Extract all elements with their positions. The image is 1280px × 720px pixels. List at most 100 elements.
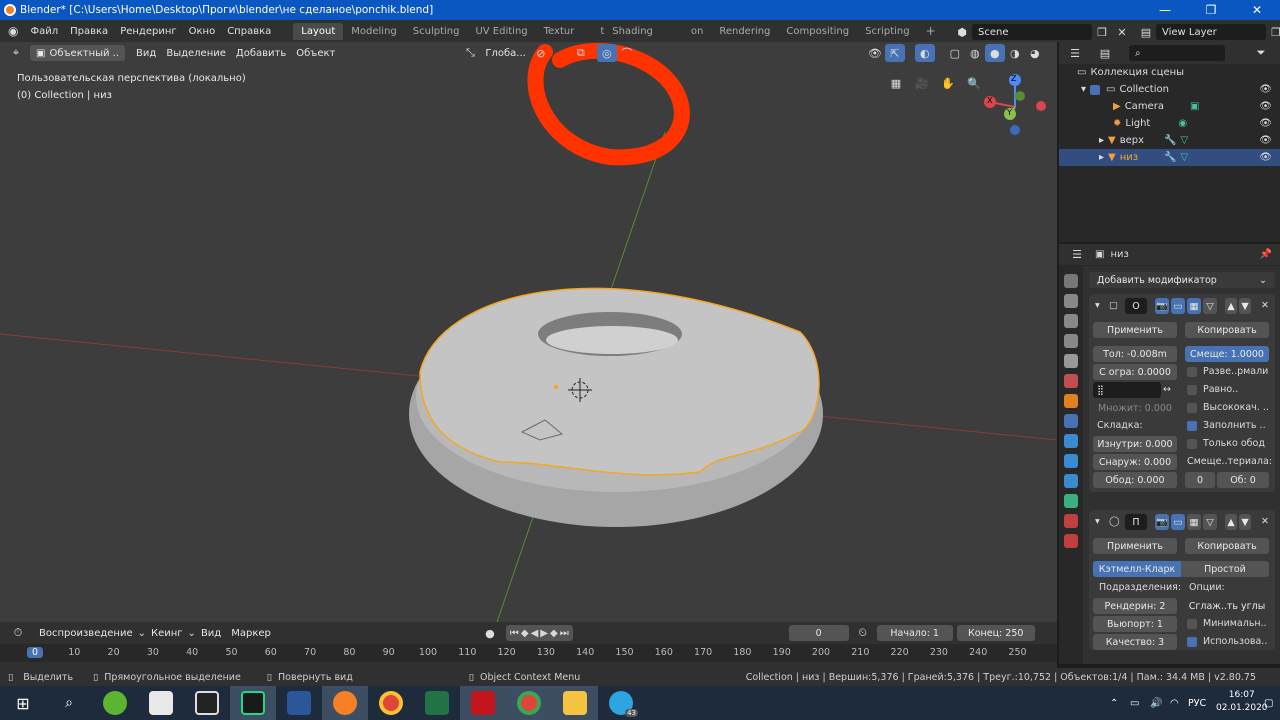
vertex-group-field[interactable]: ⣿ <box>1093 382 1161 398</box>
mesh-data-icon[interactable]: ▽ <box>1181 135 1189 146</box>
shading-wireframe-icon[interactable]: ◍ <box>965 44 985 62</box>
tab-compositing[interactable]: Compositing <box>778 23 857 40</box>
falloff-icon[interactable]: ⌒ <box>617 44 637 62</box>
menu-render[interactable]: Рендеринг <box>114 26 182 37</box>
taskbar-calendar[interactable] <box>138 686 184 720</box>
copy-button[interactable]: Копировать <box>1185 322 1269 338</box>
taskbar-utorrent[interactable] <box>92 686 138 720</box>
modifier-wrench-icon[interactable]: 🔧 <box>1164 135 1176 146</box>
orientation-dropdown[interactable]: Глоба... <box>480 48 530 59</box>
view-layer-icon[interactable]: ▤ <box>1136 23 1156 41</box>
apply-button[interactable]: Применить <box>1093 322 1177 338</box>
outliner-search-input[interactable]: ⌕ <box>1129 45 1225 61</box>
timeline-type-icon[interactable]: ⏱ <box>8 624 28 642</box>
outer-crease-field[interactable]: Снаруж: 0.000 <box>1093 454 1177 470</box>
add-workspace-button[interactable]: + <box>918 21 944 41</box>
tab-uv-editing[interactable]: UV Editing <box>467 23 535 40</box>
proportional-edit-icon[interactable]: ◎ <box>596 44 617 62</box>
tab-modeling[interactable]: Modeling <box>343 23 405 40</box>
navigation-gizmo[interactable]: Z X Y <box>980 72 1050 142</box>
scene-tab-icon[interactable] <box>1064 354 1078 368</box>
taskbar-explorer[interactable] <box>552 686 598 720</box>
taskbar-media[interactable] <box>184 686 230 720</box>
tab-animation[interactable]: on <box>661 23 711 40</box>
menu-view[interactable]: Вид <box>131 48 161 59</box>
view-layer-field[interactable]: View Layer <box>1156 24 1266 40</box>
visibility-icon[interactable]: 👁 <box>865 44 885 62</box>
tab-rendering[interactable]: Rendering <box>711 23 778 40</box>
camera-data-icon[interactable]: ▣ <box>1190 101 1199 112</box>
thickness-field[interactable]: Тол: -0.008m <box>1093 346 1177 362</box>
high-quality-checkbox[interactable]: Высококач. .. <box>1187 402 1269 413</box>
material-offset-field[interactable]: 0 <box>1185 472 1215 488</box>
cage-toggle-icon[interactable]: ▽ <box>1203 514 1217 530</box>
properties-type-icon[interactable]: ☰ <box>1067 246 1087 264</box>
editor-type-icon[interactable]: ⌖ <box>6 44 26 62</box>
editmode-toggle-icon[interactable]: ▦ <box>1187 514 1201 530</box>
maximize-button[interactable]: ❐ <box>1188 0 1234 20</box>
menu-file[interactable]: Файл <box>24 26 64 37</box>
taskbar-excel[interactable] <box>414 686 460 720</box>
play-reverse-icon[interactable]: ◀ <box>531 628 539 639</box>
modifier-wrench-icon[interactable]: 🔧 <box>1164 152 1176 163</box>
end-frame-field[interactable]: Конец: 250 <box>956 625 1035 641</box>
apply-button[interactable]: Применить <box>1093 538 1177 554</box>
move-down-icon[interactable]: ▼ <box>1239 514 1251 530</box>
viewport-toggle-icon[interactable]: ▭ <box>1171 514 1185 530</box>
scene-field[interactable]: Scene <box>972 24 1092 40</box>
catmull-clark-button[interactable]: Кэтмелл-Кларк <box>1093 561 1181 577</box>
inner-crease-field[interactable]: Изнутри: 0.000 <box>1093 436 1177 452</box>
prev-keyframe-icon[interactable]: ◆ <box>521 628 529 639</box>
data-tab-icon[interactable] <box>1064 494 1078 508</box>
modifier-name-field[interactable]: О <box>1125 298 1147 314</box>
taskbar-telegram[interactable]: 43 <box>598 686 644 720</box>
collection-checkbox[interactable] <box>1090 84 1101 95</box>
move-up-icon[interactable]: ▲ <box>1225 514 1237 530</box>
rim-only-checkbox[interactable]: Только обод <box>1187 438 1265 449</box>
search-button[interactable]: ⌕ <box>46 686 92 720</box>
taskbar-word[interactable] <box>276 686 322 720</box>
display-mode-icon[interactable]: ▤ <box>1095 44 1115 62</box>
viewport-toggle-icon[interactable]: ▭ <box>1171 298 1185 314</box>
cage-toggle-icon[interactable]: ▽ <box>1203 298 1217 314</box>
add-modifier-dropdown[interactable]: Добавить модификатор ⌄ <box>1089 272 1275 288</box>
world-tab-icon[interactable] <box>1064 374 1078 388</box>
taskbar-pdf[interactable] <box>460 686 506 720</box>
shading-rendered-icon[interactable]: ◕ <box>1025 44 1045 62</box>
menu-window[interactable]: Окно <box>183 26 222 37</box>
record-icon[interactable]: ● <box>480 624 500 642</box>
start-frame-field[interactable]: Начало: 1 <box>876 625 953 641</box>
editmode-toggle-icon[interactable]: ▦ <box>1187 298 1201 314</box>
mode-dropdown[interactable]: ▣ Объектный .. <box>30 45 126 61</box>
scene-copy-icon[interactable]: ❐ <box>1092 23 1112 41</box>
outliner-scene-collection[interactable]: ▭ Коллекция сцены <box>1059 64 1280 81</box>
modifier-name-field[interactable]: П <box>1125 514 1147 530</box>
notifications-icon[interactable]: ▢ <box>1264 698 1273 709</box>
light-data-icon[interactable]: ◉ <box>1178 118 1187 129</box>
pan-view-icon[interactable]: ✋ <box>938 74 958 92</box>
remove-modifier-icon[interactable]: ✕ <box>1261 300 1269 311</box>
remove-modifier-icon[interactable]: ✕ <box>1261 516 1269 527</box>
current-frame-field[interactable]: 0 <box>788 625 849 641</box>
viewport-levels-field[interactable]: Вьюпорт: 1 <box>1093 616 1177 632</box>
smooth-corners-dropdown[interactable]: Сглаж..ть углы <box>1185 598 1269 614</box>
menu-playback[interactable]: Воспроизведение <box>34 628 138 639</box>
menu-help[interactable]: Справка <box>221 26 277 37</box>
collapse-chevron-icon[interactable]: ▾ <box>1095 300 1100 311</box>
wifi-icon[interactable]: ◠ <box>1170 698 1179 709</box>
minimal-checkbox[interactable]: Минимальн.. <box>1187 618 1267 629</box>
taskbar-blender[interactable] <box>322 686 368 720</box>
jump-end-icon[interactable]: ⏭ <box>560 628 569 639</box>
object-tab-icon[interactable] <box>1064 394 1078 408</box>
even-thickness-checkbox[interactable]: Равно.. <box>1187 384 1238 395</box>
factor-field[interactable]: Множит: 0.000 <box>1093 400 1177 416</box>
xray-icon[interactable]: ▢ <box>945 44 965 62</box>
tool-tab-icon[interactable] <box>1064 274 1078 288</box>
render-toggle-icon[interactable]: 📷 <box>1155 514 1169 530</box>
fill-rim-checkbox[interactable]: Заполнить .. <box>1187 420 1266 431</box>
eye-icon[interactable]: 👁 <box>1259 152 1272 163</box>
clamp-field[interactable]: С огра: 0.0000 <box>1093 364 1177 380</box>
eye-icon[interactable]: 👁 <box>1259 118 1272 129</box>
render-toggle-icon[interactable]: 📷 <box>1155 298 1169 314</box>
simple-button[interactable]: Простой <box>1181 561 1269 577</box>
